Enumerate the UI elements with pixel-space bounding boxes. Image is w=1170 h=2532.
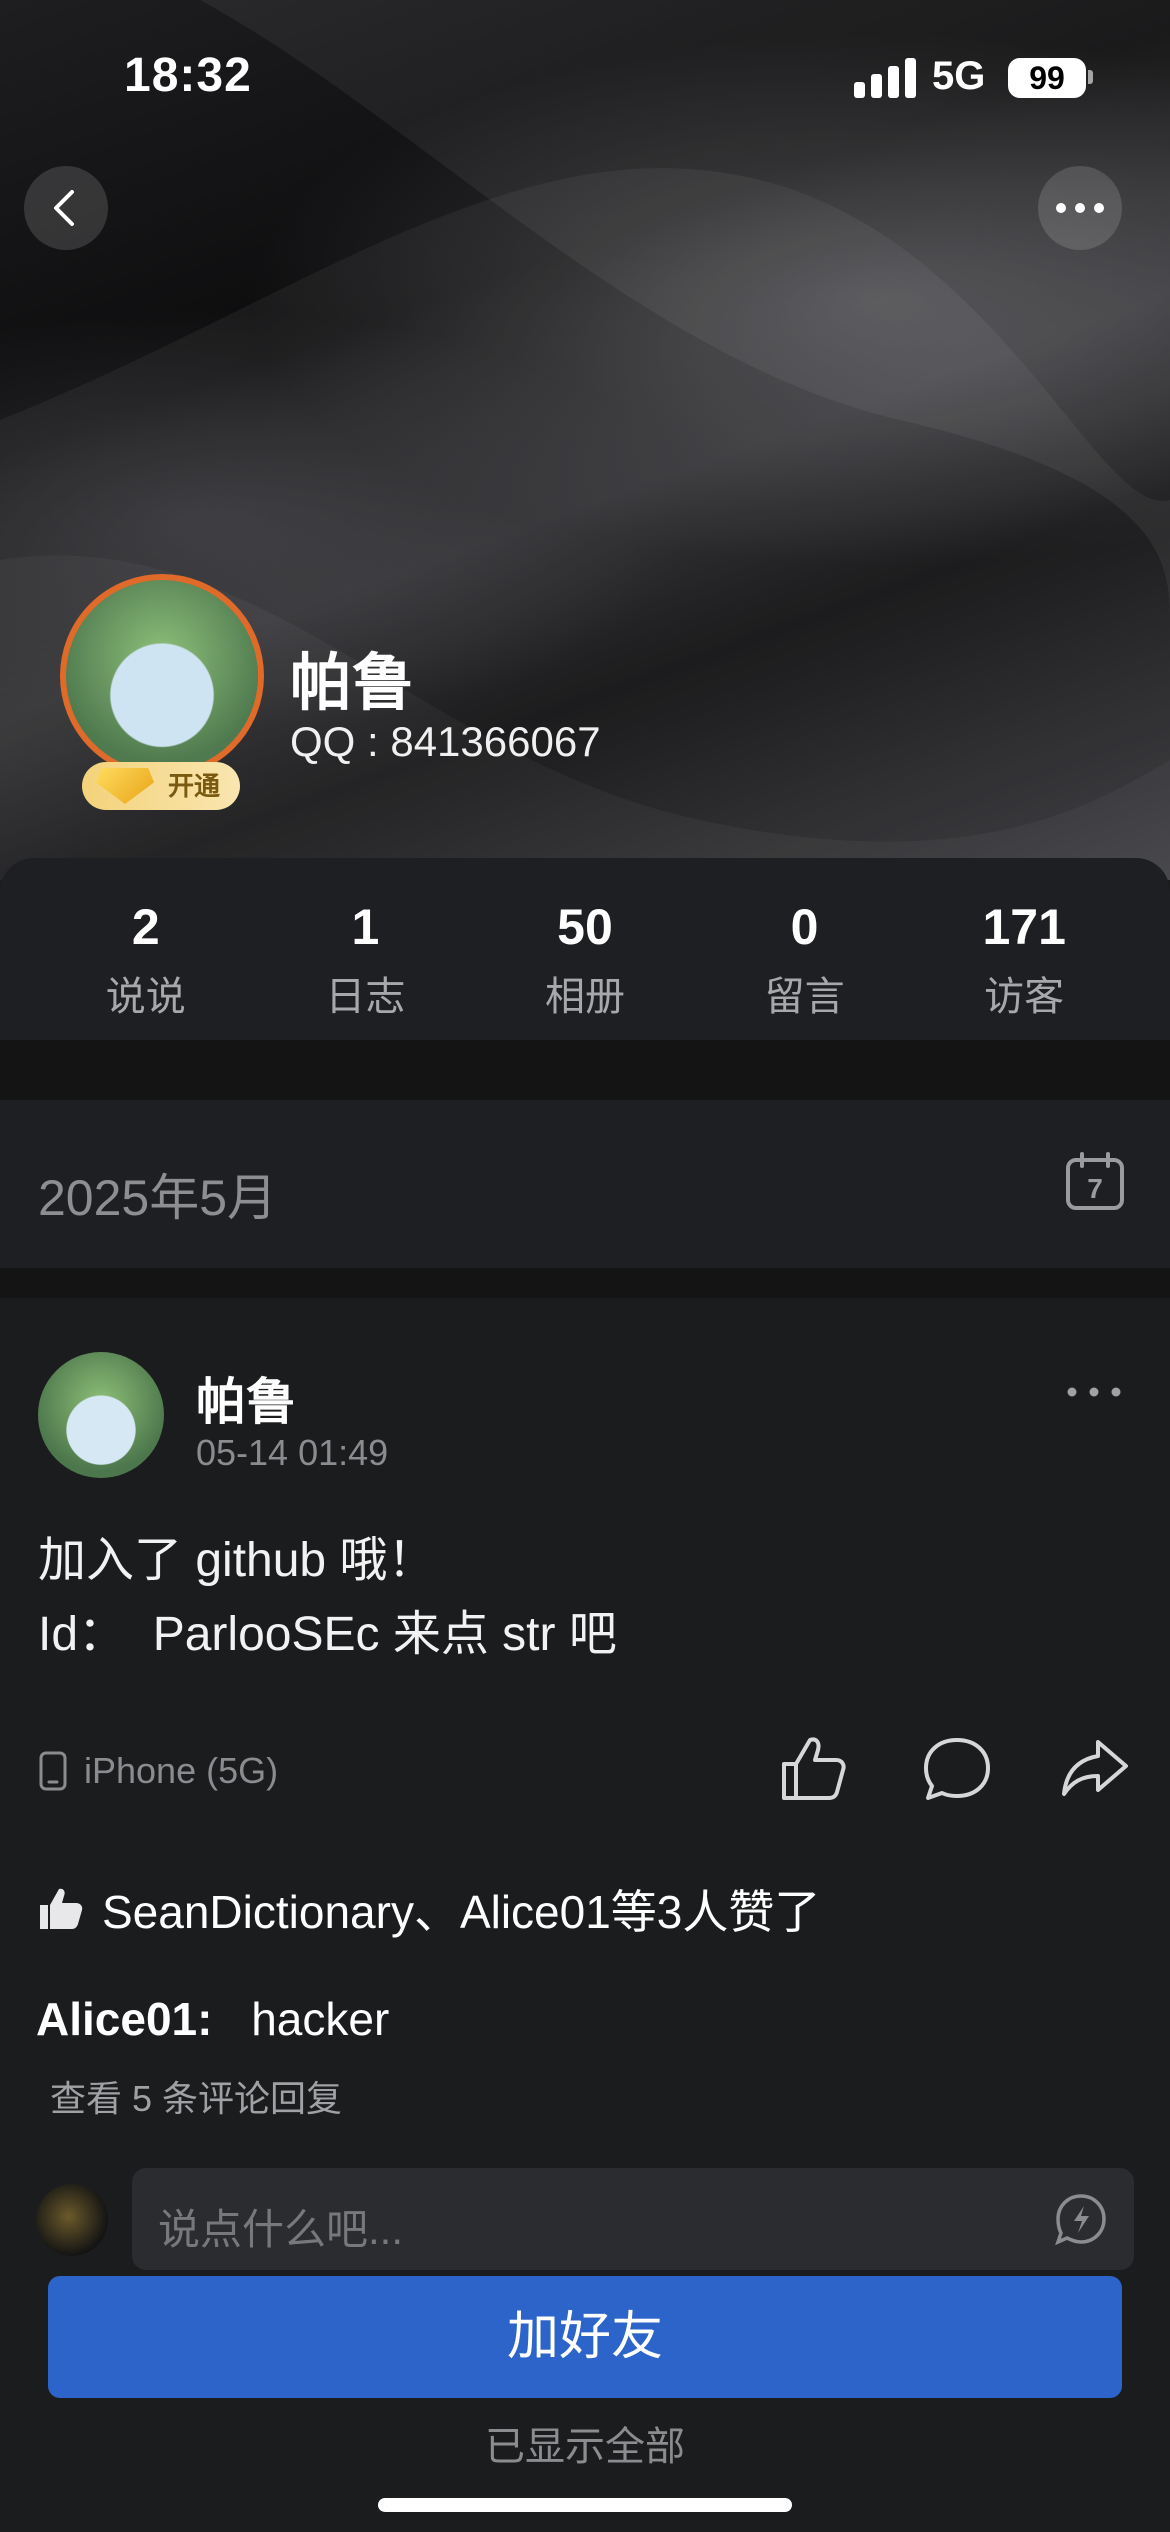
chevron-left-icon (54, 190, 74, 226)
stat-value: 1 (351, 899, 380, 955)
comment-input-placeholder: 说点什么吧... (158, 2206, 404, 2253)
stat-label: 相册 (544, 975, 625, 1019)
post-more-icon[interactable] (1066, 1382, 1122, 1402)
post-author[interactable]: 帕鲁 (196, 1362, 296, 1434)
vip-badge[interactable]: 开通 (82, 762, 240, 810)
comment-input[interactable]: 说点什么吧... (132, 2168, 1134, 2270)
end-of-list-text: 已显示全部 (485, 2425, 685, 2469)
month-label: 2025年5月 (38, 1170, 278, 1226)
thumbs-up-filled-icon (40, 1888, 83, 1929)
comment-item[interactable]: Alice01: hacker (36, 1992, 389, 2046)
stat-value: 0 (790, 899, 819, 955)
stat-value: 2 (131, 899, 160, 955)
profile-name: 帕鲁 (290, 649, 415, 718)
stat-messages[interactable]: 0 留言 (695, 858, 915, 1040)
stat-album[interactable]: 50 相册 (475, 858, 695, 1040)
stat-diary[interactable]: 1 日志 (256, 858, 476, 1040)
stat-label: 留言 (764, 975, 845, 1019)
post-author-avatar[interactable] (38, 1352, 164, 1478)
phone-icon (39, 1751, 67, 1791)
battery-icon: 99 (1008, 58, 1086, 98)
post-card: 帕鲁 05-14 01:49 加入了 github 哦！ Id： ParlooS… (0, 1298, 1170, 2532)
more-dots-icon (1056, 203, 1104, 213)
stat-value: 171 (982, 899, 1066, 955)
likes-text: SeanDictionary、Alice01等3人赞了 (102, 1886, 821, 1938)
stat-label: 日志 (325, 975, 406, 1019)
stat-label: 说说 (105, 975, 186, 1019)
stats-bar: 2 说说 1 日志 50 相册 0 留言 171 访客 (0, 858, 1170, 1040)
likes-summary[interactable]: SeanDictionary、Alice01等3人赞了 (38, 1876, 820, 1942)
network-type: 5G (932, 54, 986, 98)
thumbs-up-icon[interactable] (776, 1732, 850, 1806)
stat-visitors[interactable]: 171 访客 (914, 858, 1134, 1040)
more-button[interactable] (1038, 166, 1122, 250)
add-friend-button[interactable]: 加好友 (48, 2276, 1122, 2398)
month-header: 2025年5月 7 (0, 1100, 1170, 1268)
vip-badge-label: 开通 (168, 771, 221, 801)
view-replies-link[interactable]: 查看 5 条评论回复 (50, 2070, 342, 2122)
comment-icon[interactable] (920, 1732, 994, 1806)
battery-tip (1088, 70, 1093, 84)
stat-value: 50 (557, 899, 613, 955)
stat-shuoshuo[interactable]: 2 说说 (36, 858, 256, 1040)
profile-qq: QQ : 841366067 (290, 718, 601, 765)
calendar-icon[interactable]: 7 (1064, 1150, 1126, 1212)
stat-label: 访客 (984, 975, 1065, 1019)
section-divider (0, 1268, 1170, 1298)
post-time: 05-14 01:49 (196, 1432, 389, 1473)
calendar-day: 7 (1087, 1173, 1103, 1204)
my-avatar (36, 2184, 108, 2256)
comment-text: hacker (251, 1993, 390, 2045)
status-bar: 18:32 5G 99 (0, 0, 1170, 150)
section-divider (0, 1040, 1170, 1100)
status-time: 18:32 (124, 49, 252, 102)
device-label: iPhone (5G) (84, 1750, 279, 1791)
diamond-icon (96, 768, 154, 804)
post-device: iPhone (5G) (38, 1750, 278, 1792)
profile-avatar[interactable] (60, 574, 264, 778)
post-text: 加入了 github 哦！ Id： ParlooSEc 来点 str 吧 (38, 1534, 617, 1661)
comment-author[interactable]: Alice01: (36, 1993, 212, 2045)
back-button[interactable] (24, 166, 108, 250)
signal-icon (854, 58, 916, 98)
share-icon[interactable] (1058, 1732, 1132, 1806)
quick-reply-icon[interactable] (1054, 2192, 1108, 2246)
home-indicator[interactable] (378, 2498, 792, 2512)
